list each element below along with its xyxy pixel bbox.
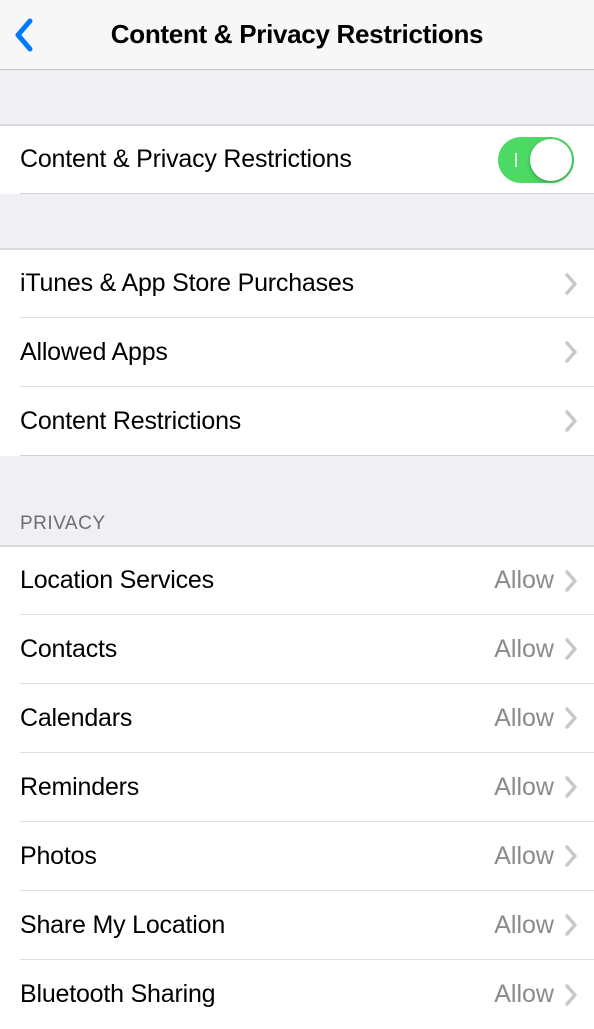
cell-label: Share My Location — [20, 911, 494, 940]
nav-item-allowed-apps[interactable]: Allowed Apps — [0, 318, 594, 387]
cell-label: Calendars — [20, 704, 494, 733]
chevron-right-icon — [564, 913, 578, 937]
toggle-knob — [530, 139, 572, 181]
privacy-item-bluetooth-sharing[interactable]: Bluetooth Sharing Allow — [0, 960, 594, 1029]
cell-label: Location Services — [20, 566, 494, 595]
privacy-item-photos[interactable]: Photos Allow — [0, 822, 594, 891]
page-title: Content & Privacy Restrictions — [12, 19, 582, 50]
cell-value: Allow — [494, 704, 554, 733]
chevron-right-icon — [564, 409, 578, 433]
chevron-right-icon — [564, 983, 578, 1007]
privacy-item-contacts[interactable]: Contacts Allow — [0, 615, 594, 684]
master-toggle-label: Content & Privacy Restrictions — [20, 145, 498, 174]
cell-label: Photos — [20, 842, 494, 871]
group-spacer — [0, 194, 594, 249]
cell-value: Allow — [494, 566, 554, 595]
chevron-right-icon — [564, 569, 578, 593]
cell-label: Bluetooth Sharing — [20, 980, 494, 1009]
chevron-right-icon — [564, 272, 578, 296]
cell-label: Reminders — [20, 773, 494, 802]
back-button[interactable] — [12, 17, 34, 53]
master-toggle-switch[interactable] — [498, 137, 574, 183]
chevron-right-icon — [564, 844, 578, 868]
cell-label: iTunes & App Store Purchases — [20, 269, 564, 298]
cell-value: Allow — [494, 635, 554, 664]
chevron-left-icon — [12, 17, 34, 53]
cell-label: Contacts — [20, 635, 494, 664]
toggle-on-indicator — [515, 153, 517, 167]
privacy-item-calendars[interactable]: Calendars Allow — [0, 684, 594, 753]
nav-item-content-restrictions[interactable]: Content Restrictions — [0, 387, 594, 456]
nav-bar: Content & Privacy Restrictions — [0, 0, 594, 70]
chevron-right-icon — [564, 340, 578, 364]
group-spacer — [0, 70, 594, 125]
nav-item-itunes-app-store[interactable]: iTunes & App Store Purchases — [0, 249, 594, 318]
cell-label: Allowed Apps — [20, 338, 564, 367]
cell-value: Allow — [494, 773, 554, 802]
privacy-item-share-my-location[interactable]: Share My Location Allow — [0, 891, 594, 960]
chevron-right-icon — [564, 775, 578, 799]
cell-value: Allow — [494, 980, 554, 1009]
section-header-label: PRIVACY — [20, 513, 106, 535]
chevron-right-icon — [564, 637, 578, 661]
cell-value: Allow — [494, 911, 554, 940]
chevron-right-icon — [564, 706, 578, 730]
group-header-privacy: PRIVACY — [0, 456, 594, 546]
privacy-item-location-services[interactable]: Location Services Allow — [0, 546, 594, 615]
cell-label: Content Restrictions — [20, 407, 564, 436]
privacy-item-reminders[interactable]: Reminders Allow — [0, 753, 594, 822]
cell-value: Allow — [494, 842, 554, 871]
master-toggle-row[interactable]: Content & Privacy Restrictions — [0, 125, 594, 194]
